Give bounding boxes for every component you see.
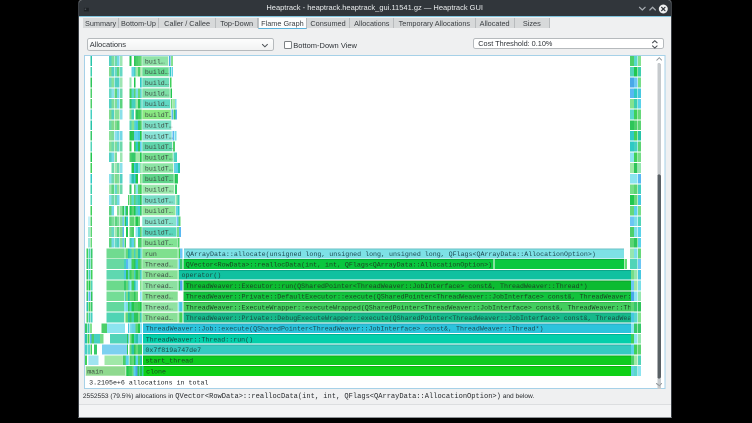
svg-text:buildT…: buildT…: [145, 186, 173, 194]
svg-text:build…: build…: [145, 101, 169, 109]
svg-text:buildT…: buildT…: [145, 218, 173, 226]
svg-text:ThreadWeaver::Private::Default: ThreadWeaver::Private::DefaultExecutor::…: [186, 293, 666, 301]
svg-text:run: run: [145, 250, 157, 258]
svg-text:clone: clone: [146, 368, 166, 376]
svg-text:Thread…: Thread…: [145, 261, 173, 269]
svg-text:Thread…: Thread…: [145, 293, 173, 301]
svg-text:buildT…: buildT…: [145, 165, 173, 173]
svg-text:main: main: [87, 368, 103, 376]
svg-text:buildT…: buildT…: [145, 175, 173, 183]
svg-text:buildT…: buildT…: [145, 111, 173, 119]
svg-text:buildT…: buildT…: [145, 154, 173, 162]
svg-text:3.2105e+6 allocations in total: 3.2105e+6 allocations in total: [89, 379, 208, 387]
svg-text:build…: build…: [145, 79, 169, 87]
svg-text:0x7f819a747de7: 0x7f819a747de7: [145, 346, 201, 354]
svg-text:buildT…: buildT…: [145, 143, 173, 151]
svg-text:ThreadWeaver::Thread::run(): ThreadWeaver::Thread::run(): [146, 336, 253, 344]
svg-text:Thread…: Thread…: [145, 282, 173, 290]
svg-text:buildT…: buildT…: [145, 122, 173, 130]
svg-text:ThreadWeaver::Executor::run(QS: ThreadWeaver::Executor::run(QSharedPoint…: [186, 282, 588, 290]
svg-text:operator(): operator(): [182, 272, 222, 280]
svg-text:buil…: buil…: [145, 58, 165, 66]
svg-text:QVector<RowData>::reallocData(: QVector<RowData>::reallocData(int, int, …: [186, 261, 492, 269]
svg-text:start_thread: start_thread: [145, 357, 193, 365]
svg-text:ThreadWeaver::Private::DebugEx: ThreadWeaver::Private::DebugExecuteWrapp…: [186, 314, 666, 322]
svg-text:QArrayData::allocate(unsigned: QArrayData::allocate(unsigned long, unsi…: [186, 250, 596, 258]
svg-text:Thread…: Thread…: [145, 304, 173, 312]
svg-text:Thread…: Thread…: [145, 272, 173, 280]
svg-text:buildT…: buildT…: [145, 239, 173, 247]
svg-text:buildT…: buildT…: [145, 197, 173, 205]
svg-text:Thread…: Thread…: [145, 314, 173, 322]
svg-text:buildT…: buildT…: [145, 229, 173, 237]
svg-text:build…: build…: [145, 90, 169, 98]
svg-text:build…: build…: [145, 68, 169, 76]
svg-text:ThreadWeaver::ExecuteWrapper::: ThreadWeaver::ExecuteWrapper::executeWra…: [186, 304, 655, 312]
svg-text:buildT…: buildT…: [145, 207, 173, 215]
svg-text:ThreadWeaver::Job::execute(QSh: ThreadWeaver::Job::execute(QSharedPointe…: [146, 325, 544, 333]
svg-text:buildT…: buildT…: [145, 133, 173, 141]
